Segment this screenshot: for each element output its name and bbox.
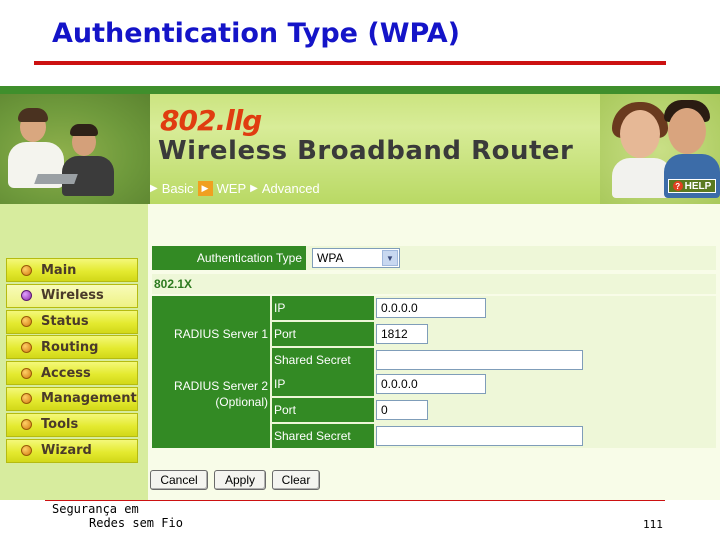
play-arrow-icon: ▶ xyxy=(250,182,258,194)
person-figure xyxy=(70,124,98,136)
person-figure xyxy=(668,108,706,154)
bullet-icon xyxy=(21,419,32,431)
radius2-secret-input[interactable] xyxy=(376,426,583,446)
person-figure xyxy=(620,110,660,158)
help-label: HELP xyxy=(684,180,712,192)
laptop-graphic xyxy=(34,174,78,184)
radius-server-2-title: RADIUS Server 2 xyxy=(173,379,268,393)
nav-basic[interactable]: ▶ Basic xyxy=(150,181,194,196)
radius1-ip-input[interactable]: 0.0.0.0 xyxy=(376,298,486,318)
person-figure xyxy=(18,108,48,122)
cancel-button[interactable]: Cancel xyxy=(150,470,208,490)
radius1-port-input[interactable]: 1812 xyxy=(376,324,428,344)
auth-type-value: WPA xyxy=(317,251,344,265)
radius-server-1-group: RADIUS Server 1 IP 0.0.0.0 Port 1812 Sha… xyxy=(152,296,716,372)
nav-advanced[interactable]: ▶ Advanced xyxy=(250,181,320,196)
menu-label: Management xyxy=(41,391,137,407)
router-admin-screenshot: 802.llg Wireless Broadband Router ▶ Basi… xyxy=(0,86,720,500)
port-label: Port xyxy=(272,322,374,346)
bullet-icon xyxy=(21,367,32,379)
menu-label: Status xyxy=(41,314,89,330)
nav-label: Basic xyxy=(161,180,194,196)
radius-server-1-label: RADIUS Server 1 xyxy=(152,296,270,372)
bullet-icon xyxy=(21,290,32,302)
section-8021x-heading: 802.1X xyxy=(152,274,716,294)
menu-item-main[interactable]: Main xyxy=(6,258,138,282)
sidebar-menu: Main Wireless Status Routing Access Mana… xyxy=(6,258,138,464)
menu-item-tools[interactable]: Tools xyxy=(6,412,138,437)
auth-type-select[interactable]: WPA ▼ xyxy=(312,248,400,268)
menu-item-wireless[interactable]: Wireless xyxy=(6,283,138,308)
wpa-settings-panel: Authentication Type WPA ▼ 802.1X RADIUS … xyxy=(148,204,720,500)
slide-title: Authentication Type (WPA) xyxy=(52,18,461,49)
radius2-ip-input[interactable]: 0.0.0.0 xyxy=(376,374,486,394)
footer-line-2: Redes sem Fio xyxy=(89,516,183,530)
port-label: Port xyxy=(272,398,374,422)
menu-label: Tools xyxy=(41,417,79,433)
menu-label: Access xyxy=(41,365,91,381)
menu-item-status[interactable]: Status xyxy=(6,309,138,334)
radius1-secret-input[interactable] xyxy=(376,350,583,370)
bullet-icon xyxy=(21,393,32,405)
auth-type-row: Authentication Type WPA ▼ xyxy=(152,246,716,270)
menu-label: Wizard xyxy=(41,443,92,459)
play-arrow-icon: ▶ xyxy=(197,180,213,196)
footer-line-1: Segurança em xyxy=(52,502,139,516)
footer-divider xyxy=(45,500,665,501)
menu-label: Routing xyxy=(41,339,99,355)
model-logo: 802.llg xyxy=(160,104,262,137)
clear-button[interactable]: Clear xyxy=(272,470,320,490)
radius-server-2-optional: (Optional) xyxy=(215,395,268,409)
banner-top-bar xyxy=(0,86,720,94)
help-icon: ? xyxy=(672,181,683,191)
chevron-down-icon[interactable]: ▼ xyxy=(382,250,398,266)
menu-item-management[interactable]: Management xyxy=(6,386,138,411)
ip-label: IP xyxy=(272,296,374,320)
sidebar: Main Wireless Status Routing Access Mana… xyxy=(0,204,148,500)
page-number: 111 xyxy=(643,518,663,531)
apply-button[interactable]: Apply xyxy=(214,470,266,490)
menu-label: Main xyxy=(41,262,77,278)
nav-label: Advanced xyxy=(261,180,320,196)
radius-server-2-label: RADIUS Server 2 (Optional) xyxy=(152,372,270,448)
play-arrow-icon: ▶ xyxy=(150,182,158,194)
bullet-icon xyxy=(21,316,32,328)
shared-secret-label: Shared Secret xyxy=(272,348,374,372)
nav-wep[interactable]: ▶ WEP xyxy=(197,180,247,196)
auth-type-label: Authentication Type xyxy=(152,246,306,270)
footer-caption: Segurança em Redes sem Fio xyxy=(52,502,183,530)
menu-label: Wireless xyxy=(41,288,104,304)
nav-label: WEP xyxy=(216,180,247,196)
menu-item-access[interactable]: Access xyxy=(6,361,138,386)
help-button[interactable]: ? HELP xyxy=(668,179,716,193)
top-navigation: ▶ Basic ▶ WEP ▶ Advanced xyxy=(150,178,320,198)
menu-item-routing[interactable]: Routing xyxy=(6,335,138,360)
router-banner: 802.llg Wireless Broadband Router ▶ Basi… xyxy=(0,86,720,204)
bullet-icon xyxy=(21,264,32,276)
person-figure xyxy=(612,158,672,198)
bullet-icon xyxy=(21,341,32,353)
bullet-icon xyxy=(21,445,32,457)
ip-label: IP xyxy=(272,372,374,396)
menu-item-wizard[interactable]: Wizard xyxy=(6,438,138,463)
radius2-port-input[interactable]: 0 xyxy=(376,400,428,420)
product-name: Wireless Broadband Router xyxy=(158,136,574,166)
title-divider xyxy=(34,61,666,65)
shared-secret-label: Shared Secret xyxy=(272,424,374,448)
radius-server-2-group: RADIUS Server 2 (Optional) IP 0.0.0.0 Po… xyxy=(152,372,716,448)
